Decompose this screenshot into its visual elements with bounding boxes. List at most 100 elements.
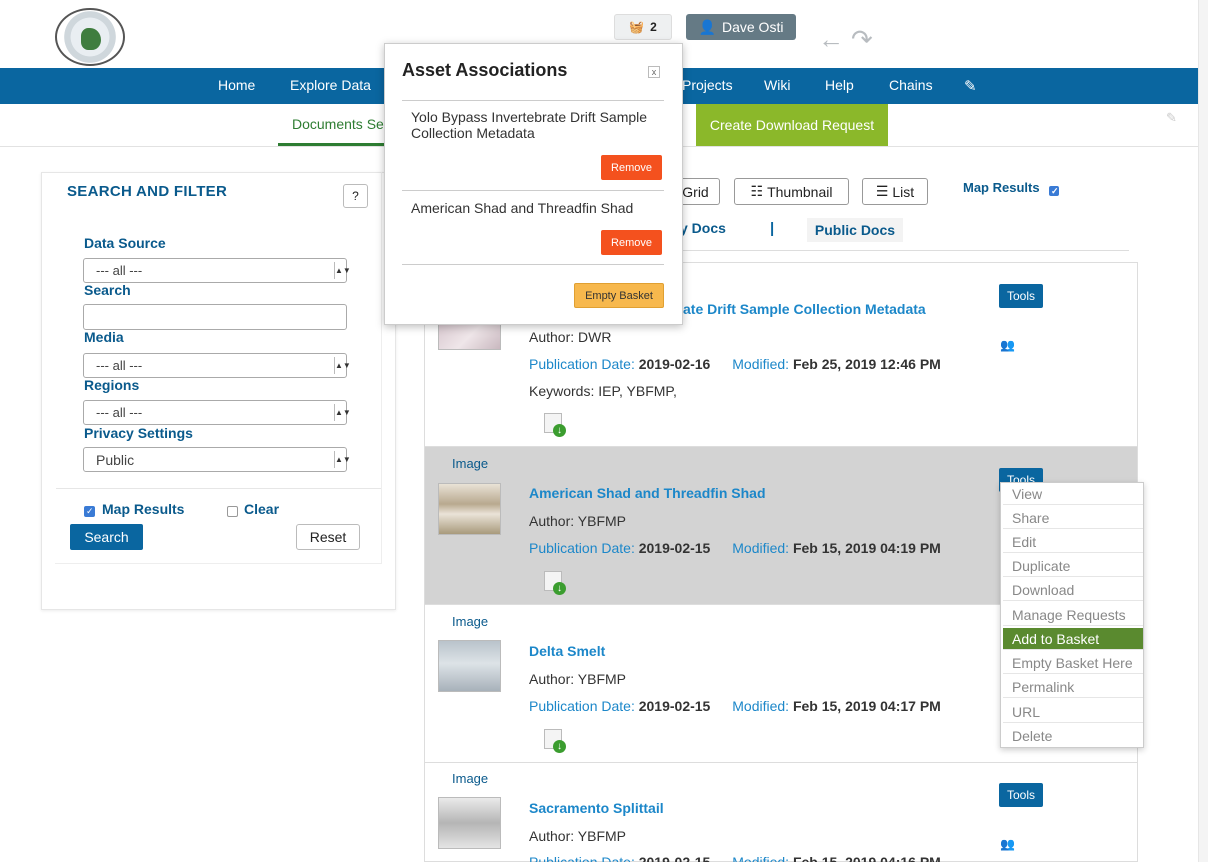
map-results-toggle-label: Map Results bbox=[963, 180, 1040, 195]
download-icon[interactable] bbox=[544, 413, 566, 437]
group-icon[interactable]: 👥 bbox=[1000, 338, 1015, 352]
pub-date-label: Publication Date: bbox=[529, 540, 635, 556]
result-title[interactable]: ate Drift Sample Collection Metadata bbox=[683, 301, 926, 317]
grid-label: Grid bbox=[682, 183, 709, 200]
create-download-request-button[interactable]: Create Download Request bbox=[696, 104, 888, 146]
reset-button[interactable]: Reset bbox=[296, 524, 360, 550]
list-view-button[interactable]: ☰ List bbox=[862, 178, 928, 205]
nav-explore-data[interactable]: Explore Data bbox=[290, 77, 371, 93]
list-icon: ☰ bbox=[875, 183, 889, 199]
empty-basket-button[interactable]: Empty Basket bbox=[574, 283, 664, 308]
pub-date-label: Publication Date: bbox=[529, 854, 635, 862]
user-name: Dave Osti bbox=[721, 19, 784, 35]
result-author: Author: YBFMP bbox=[529, 513, 627, 529]
department-of-water-resources-logo[interactable] bbox=[55, 8, 125, 66]
result-type-label: Image bbox=[452, 456, 489, 471]
pub-date-label: Publication Date: bbox=[529, 698, 635, 714]
close-icon[interactable]: x bbox=[648, 66, 660, 78]
basket-item: American Shad and Threadfin Shad bbox=[411, 200, 634, 216]
select-caret-icon: ▲▼ bbox=[334, 357, 351, 374]
popup-divider bbox=[402, 100, 664, 101]
modified-value: Feb 15, 2019 04:17 PM bbox=[792, 698, 941, 714]
thumbnail-label: Thumbnail bbox=[767, 183, 833, 200]
help-button[interactable]: ? bbox=[343, 184, 368, 208]
pub-date-value: 2019-02-16 bbox=[638, 356, 711, 372]
clear-label: Clear bbox=[244, 501, 280, 517]
menu-item-delete[interactable]: Delete bbox=[1003, 725, 1143, 747]
popup-divider bbox=[402, 264, 664, 265]
thumbnail-icon: ☷ bbox=[750, 183, 764, 199]
modified-label: Modified: bbox=[732, 356, 790, 372]
tools-button[interactable]: Tools bbox=[999, 783, 1043, 807]
user-menu-button[interactable]: 👤 Dave Osti bbox=[686, 14, 796, 40]
menu-item-empty-basket-here[interactable]: Empty Basket Here bbox=[1003, 652, 1143, 674]
download-icon[interactable] bbox=[544, 729, 566, 753]
data-source-select[interactable]: --- all --- ▲▼ bbox=[83, 258, 351, 283]
basket-icon: 🧺 bbox=[629, 20, 645, 34]
menu-item-add-to-basket[interactable]: Add to Basket bbox=[1003, 628, 1143, 650]
page-edit-icon[interactable]: ✎ bbox=[1166, 110, 1177, 126]
data-source-label: Data Source bbox=[84, 235, 166, 251]
menu-item-url[interactable]: URL bbox=[1003, 701, 1143, 723]
menu-item-view[interactable]: View bbox=[1003, 483, 1143, 505]
nav-chains[interactable]: Chains bbox=[889, 77, 933, 93]
menu-item-duplicate[interactable]: Duplicate bbox=[1003, 555, 1143, 577]
pub-date-value: 2019-02-15 bbox=[638, 854, 711, 862]
result-thumbnail[interactable] bbox=[438, 322, 501, 350]
page-scrollbar[interactable] bbox=[1198, 0, 1208, 862]
tab-public-docs[interactable]: Public Docs bbox=[807, 218, 903, 242]
modified-value: Feb 15, 2019 04:19 PM bbox=[792, 540, 941, 556]
result-type-label: Image bbox=[452, 771, 489, 786]
clear-checkbox[interactable] bbox=[227, 506, 238, 517]
map-results-toggle[interactable]: Map Results bbox=[963, 180, 1059, 197]
result-thumbnail[interactable] bbox=[438, 797, 501, 849]
map-results-toggle-checkbox[interactable] bbox=[1049, 186, 1059, 197]
search-filter-title: SEARCH AND FILTER bbox=[67, 183, 228, 200]
privacy-select[interactable]: Public ▲▼ bbox=[83, 447, 351, 472]
result-meta: Publication Date: 2019-02-16 Modified: F… bbox=[529, 356, 941, 372]
menu-item-manage-requests[interactable]: Manage Requests bbox=[1003, 604, 1143, 626]
menu-item-share[interactable]: Share bbox=[1003, 507, 1143, 529]
list-label: List bbox=[892, 183, 915, 200]
result-meta: Publication Date: 2019-02-15 Modified: F… bbox=[529, 854, 941, 862]
result-keywords: Keywords: IEP, YBFMP, bbox=[529, 383, 677, 399]
map-results-label: Map Results bbox=[102, 501, 185, 517]
remove-button[interactable]: Remove bbox=[601, 155, 662, 180]
result-type-label: Image bbox=[452, 614, 489, 629]
media-select[interactable]: --- all --- ▲▼ bbox=[83, 353, 351, 378]
download-icon[interactable] bbox=[544, 571, 566, 595]
search-button[interactable]: Search bbox=[70, 524, 143, 550]
nav-wiki[interactable]: Wiki bbox=[764, 77, 790, 93]
result-author: Author: YBFMP bbox=[529, 828, 627, 844]
tab-my-docs[interactable]: y Docs bbox=[680, 220, 726, 236]
redo-icon[interactable]: ↷ bbox=[851, 24, 873, 55]
edit-nav-icon[interactable]: ✎ bbox=[964, 77, 977, 95]
pub-date-value: 2019-02-15 bbox=[638, 540, 711, 556]
nav-projects[interactable]: Projects bbox=[682, 77, 733, 93]
result-title[interactable]: Delta Smelt bbox=[529, 643, 605, 659]
tools-menu: View Share Edit Duplicate Download Manag… bbox=[1000, 482, 1144, 748]
menu-item-edit[interactable]: Edit bbox=[1003, 531, 1143, 553]
map-results-checkbox[interactable] bbox=[84, 506, 95, 517]
search-input[interactable] bbox=[83, 304, 347, 330]
menu-item-download[interactable]: Download bbox=[1003, 579, 1143, 601]
back-arrow-icon[interactable]: ← bbox=[818, 24, 844, 55]
remove-button[interactable]: Remove bbox=[601, 230, 662, 255]
modified-value: Feb 15, 2019 04:16 PM bbox=[792, 854, 941, 862]
basket-button[interactable]: 🧺 2 bbox=[614, 14, 672, 40]
result-title[interactable]: Sacramento Splittail bbox=[529, 800, 664, 816]
result-thumbnail[interactable] bbox=[438, 640, 501, 692]
thumbnail-view-button[interactable]: ☷ Thumbnail bbox=[734, 178, 849, 205]
result-thumbnail[interactable] bbox=[438, 483, 501, 535]
tab-documents-search[interactable]: Documents Search bbox=[278, 104, 388, 146]
regions-value: --- all --- bbox=[96, 405, 143, 420]
menu-item-permalink[interactable]: Permalink bbox=[1003, 676, 1143, 698]
regions-select[interactable]: --- all --- ▲▼ bbox=[83, 400, 351, 425]
media-value: --- all --- bbox=[96, 358, 143, 373]
tools-button[interactable]: Tools bbox=[999, 284, 1043, 308]
result-meta: Publication Date: 2019-02-15 Modified: F… bbox=[529, 540, 941, 556]
nav-home[interactable]: Home bbox=[218, 77, 255, 93]
nav-help[interactable]: Help bbox=[825, 77, 854, 93]
result-title[interactable]: American Shad and Threadfin Shad bbox=[529, 485, 766, 501]
group-icon[interactable]: 👥 bbox=[1000, 837, 1015, 851]
